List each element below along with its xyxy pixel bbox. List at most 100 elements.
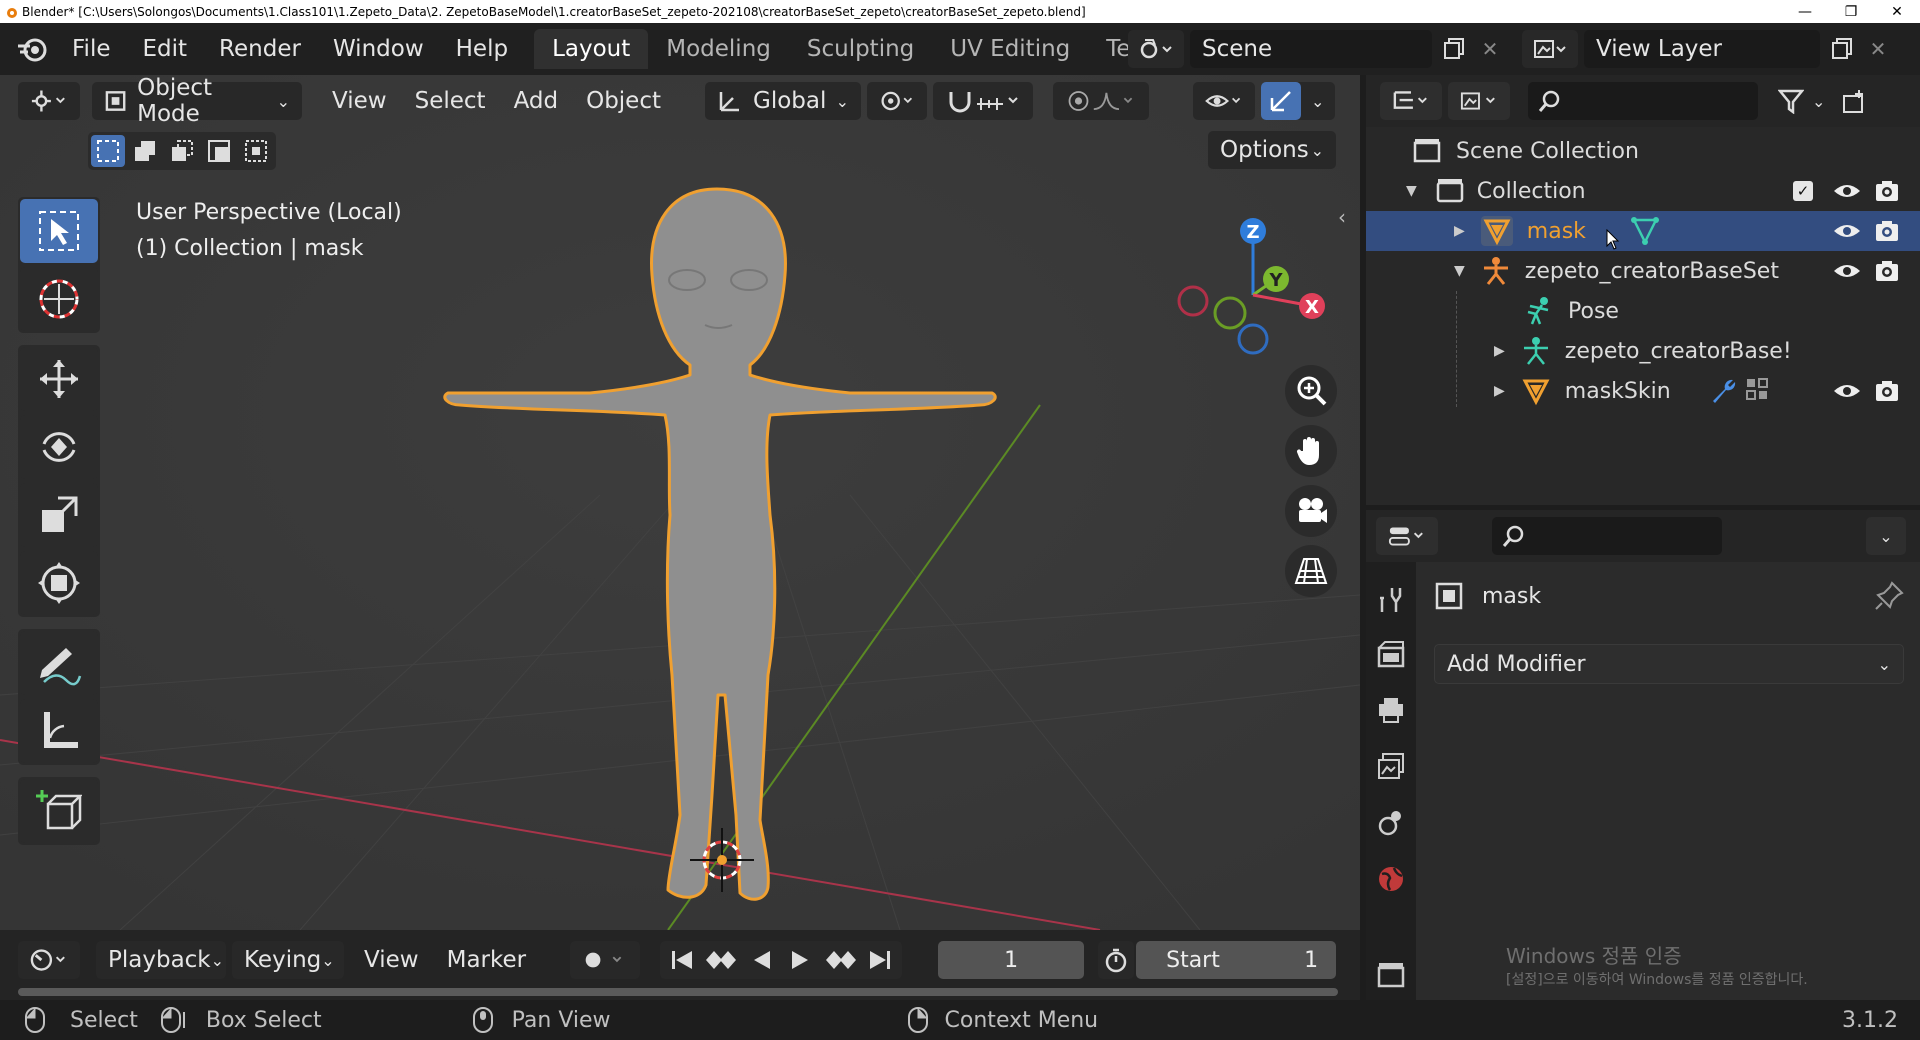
start-frame-field[interactable]: Start 1 — [1136, 941, 1337, 979]
view-layer-name-field[interactable]: View Layer — [1584, 30, 1820, 68]
ortho-toggle-button[interactable] — [1285, 545, 1337, 597]
editor-type-button[interactable] — [18, 82, 80, 120]
scene-name-field[interactable]: Scene — [1190, 30, 1432, 68]
tab-uv-editing[interactable]: UV Editing — [932, 29, 1088, 69]
expand-arrow-icon[interactable]: ▶ — [1494, 343, 1505, 359]
menu-edit[interactable]: Edit — [127, 36, 204, 62]
render-camera-icon[interactable] — [1872, 176, 1902, 206]
scale-tool[interactable] — [20, 483, 98, 547]
scene-tab-icon[interactable] — [1376, 808, 1406, 838]
tab-modeling[interactable]: Modeling — [648, 29, 789, 69]
viewport-menu-select[interactable]: Select — [401, 88, 500, 114]
add-cube-tool[interactable] — [20, 779, 98, 843]
pan-button[interactable] — [1285, 425, 1337, 477]
object-mode-dropdown[interactable]: Object Mode ⌄ — [92, 75, 302, 127]
jump-end-icon[interactable] — [864, 947, 896, 973]
outliner-row-collection[interactable]: ▼ Collection ✓ — [1366, 171, 1920, 211]
outliner-row-armature-data[interactable]: ▶ zepeto_creatorBase! — [1366, 331, 1920, 371]
visibility-eye-icon[interactable] — [1832, 376, 1862, 406]
outliner-row-mask[interactable]: ▶ mask — [1366, 211, 1920, 251]
new-collection-button[interactable] — [1841, 82, 1871, 120]
view-layer-selector-button[interactable] — [1522, 30, 1578, 68]
proportional-editing-button[interactable] — [1053, 82, 1150, 120]
outliner-row-scene-collection[interactable]: Scene Collection — [1366, 131, 1920, 171]
select-subtract-button[interactable] — [165, 135, 199, 167]
zoom-button[interactable] — [1285, 365, 1337, 417]
view-layer-tab-icon[interactable] — [1376, 752, 1406, 782]
jump-keyframe-forward-icon[interactable] — [822, 947, 858, 973]
properties-editor-type-button[interactable] — [1376, 517, 1438, 555]
tool-settings-icon[interactable] — [1376, 584, 1406, 614]
timeline-scrubber[interactable] — [18, 988, 1338, 996]
select-extend-button[interactable] — [128, 135, 162, 167]
scene-selector-button[interactable] — [1128, 30, 1184, 68]
outliner-row-maskskin[interactable]: ▶ maskSkin — [1366, 371, 1920, 411]
transform-tool[interactable] — [20, 551, 98, 615]
expand-arrow-icon[interactable]: ▶ — [1454, 223, 1465, 239]
select-intersect-button[interactable] — [239, 135, 273, 167]
restore-button[interactable]: ❐ — [1828, 0, 1874, 23]
render-icon[interactable] — [1376, 640, 1406, 670]
tab-layout[interactable]: Layout — [534, 29, 649, 69]
delete-view-layer-button[interactable]: ✕ — [1864, 30, 1892, 68]
pivot-point-dropdown[interactable] — [867, 82, 928, 120]
menu-window[interactable]: Window — [317, 36, 440, 62]
select-new-button[interactable] — [91, 135, 125, 167]
visibility-eye-icon[interactable] — [1832, 176, 1862, 206]
auto-keying-button[interactable] — [570, 941, 641, 979]
snap-toggle-button[interactable] — [933, 82, 1034, 120]
add-modifier-dropdown[interactable]: Add Modifier ⌄ — [1434, 644, 1904, 684]
output-icon[interactable] — [1376, 696, 1406, 726]
play-reverse-icon[interactable] — [746, 947, 778, 973]
timeline-editor-type-button[interactable] — [18, 941, 80, 979]
options-dropdown[interactable]: Options ⌄ — [1208, 131, 1336, 169]
tab-sculpting[interactable]: Sculpting — [789, 29, 932, 69]
select-box-tool[interactable] — [20, 199, 98, 263]
pin-icon[interactable] — [1874, 581, 1904, 611]
world-icon[interactable] — [1376, 864, 1406, 894]
vertex-groups-icon[interactable] — [1745, 377, 1773, 405]
render-camera-icon[interactable] — [1872, 376, 1902, 406]
measure-tool[interactable] — [20, 699, 98, 763]
outliner-editor-type-button[interactable] — [1380, 82, 1442, 120]
timeline-menu-marker[interactable]: Marker — [433, 947, 541, 973]
transform-orientation-dropdown[interactable]: Global ⌄ — [705, 82, 862, 120]
close-window-button[interactable]: ✕ — [1874, 0, 1920, 23]
expand-arrow-icon[interactable]: ▼ — [1406, 183, 1417, 199]
visibility-dropdown[interactable] — [1193, 82, 1256, 120]
properties-options-dropdown[interactable]: ⌄ — [1866, 517, 1906, 555]
filter-dropdown[interactable]: ⌄ — [1778, 88, 1825, 114]
sidebar-toggle-icon[interactable]: ‹ — [1338, 205, 1346, 229]
cursor-tool[interactable] — [20, 267, 98, 331]
new-scene-button[interactable] — [1438, 30, 1470, 68]
3d-viewport[interactable]: Object Mode ⌄ View Select Add Object Glo… — [0, 75, 1360, 930]
menu-render[interactable]: Render — [203, 36, 317, 62]
axis-gizmo[interactable]: Z Y X — [1160, 195, 1340, 355]
visibility-eye-icon[interactable] — [1832, 216, 1862, 246]
annotate-tool[interactable] — [20, 631, 98, 695]
new-view-layer-button[interactable] — [1826, 30, 1858, 68]
rotate-tool[interactable] — [20, 415, 98, 479]
menu-file[interactable]: File — [56, 36, 127, 62]
viewport-menu-object[interactable]: Object — [572, 88, 675, 114]
blender-menu-icon[interactable] — [16, 34, 50, 64]
playback-dropdown[interactable]: Playback ⌄ — [96, 941, 226, 979]
outliner-row-pose[interactable]: Pose — [1366, 291, 1920, 407]
select-invert-button[interactable] — [202, 135, 236, 167]
keying-dropdown[interactable]: Keying ⌄ — [232, 941, 344, 979]
navigation-gizmo[interactable]: Z Y X — [1160, 195, 1340, 355]
play-icon[interactable] — [784, 947, 816, 973]
render-camera-icon[interactable] — [1872, 256, 1902, 286]
menu-help[interactable]: Help — [440, 36, 524, 62]
camera-view-button[interactable] — [1285, 485, 1337, 537]
expand-arrow-icon[interactable]: ▶ — [1494, 383, 1505, 399]
properties-search-input[interactable] — [1492, 517, 1722, 555]
outliner-search-input[interactable] — [1528, 82, 1758, 120]
viewport-menu-view[interactable]: View — [318, 88, 401, 114]
wrench-modifier-icon[interactable] — [1709, 377, 1737, 405]
timeline-menu-view[interactable]: View — [350, 947, 433, 973]
preview-range-button[interactable] — [1098, 941, 1135, 979]
gizmo-toggle-button[interactable]: ⌄ — [1261, 82, 1336, 120]
minimize-button[interactable]: — — [1782, 0, 1828, 23]
expand-arrow-icon[interactable]: ▼ — [1454, 263, 1465, 279]
